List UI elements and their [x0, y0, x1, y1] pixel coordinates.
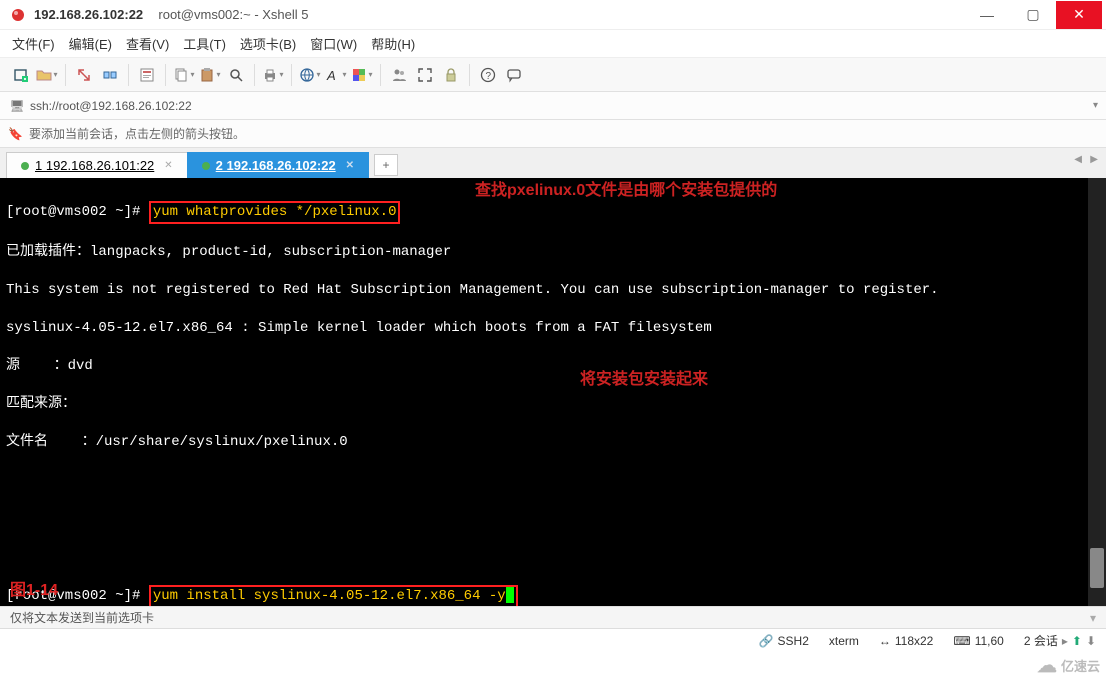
new-session-icon[interactable] — [10, 64, 32, 86]
status-cursor-pos: ⌨11,60 — [953, 634, 1003, 648]
tab-nav-arrows[interactable]: ◀ ▶ — [1074, 154, 1098, 165]
terminal-command-1: yum whatprovides */pxelinux.0 — [153, 204, 397, 220]
link-icon: 🔗 — [759, 634, 774, 648]
status-session-count: 2 会话 ▸ ⬆ ⬇ — [1024, 632, 1096, 649]
reconnect-icon[interactable] — [73, 64, 95, 86]
annotation-1: 查找pxelinux.0文件是由哪个安装包提供的 — [475, 181, 777, 200]
tab-close-icon[interactable]: ✕ — [346, 160, 354, 171]
copy-icon[interactable] — [173, 64, 195, 86]
terminal-command-2: yum install syslinux-4.05-12.el7.x86_64 … — [153, 588, 506, 604]
figure-label: 图1-14 — [10, 581, 58, 600]
font-icon[interactable]: A — [325, 64, 347, 86]
fullscreen-icon[interactable] — [414, 64, 436, 86]
send-target-dropdown-icon[interactable]: ▾ — [1090, 611, 1096, 625]
menu-tools[interactable]: 工具(T) — [183, 34, 226, 53]
terminal-output: syslinux-4.05-12.el7.x86_64 : Simple ker… — [6, 319, 1100, 338]
window-title-main: 192.168.26.102:22 — [34, 7, 143, 22]
scrollbar-thumb[interactable] — [1090, 548, 1104, 588]
watermark-text: 亿速云 — [1061, 656, 1100, 675]
terminal-output: 已加载插件：langpacks, product-id, subscriptio… — [6, 243, 1100, 262]
address-text[interactable]: ssh://root@192.168.26.102:22 — [30, 99, 1093, 113]
menu-window[interactable]: 窗口(W) — [310, 34, 357, 53]
tabstrip: 1 192.168.26.101:22 ✕ 2 192.168.26.102:2… — [0, 148, 1106, 178]
terminal[interactable]: [root@vms002 ~]# yum whatprovides */pxel… — [0, 178, 1106, 606]
menubar: 文件(F) 编辑(E) 查看(V) 工具(T) 选项卡(B) 窗口(W) 帮助(… — [0, 30, 1106, 58]
app-icon — [10, 7, 26, 23]
hint-text: 要添加当前会话，点击左侧的箭头按钮。 — [29, 125, 245, 142]
chat-icon[interactable] — [503, 64, 525, 86]
status-protocol: 🔗SSH2 — [759, 634, 809, 648]
menu-edit[interactable]: 编辑(E) — [69, 34, 112, 53]
statusbar: 🔗SSH2 xterm ↔118x22 ⌨11,60 2 会话 ▸ ⬆ ⬇ — [0, 628, 1106, 652]
resize-icon: ↔ — [879, 634, 891, 648]
tab-status-dot — [202, 162, 210, 170]
paste-icon[interactable] — [199, 64, 221, 86]
menu-view[interactable]: 查看(V) — [126, 34, 169, 53]
status-term: xterm — [829, 634, 859, 648]
minimize-button[interactable]: — — [964, 1, 1010, 29]
svg-text:A: A — [326, 68, 336, 83]
annotation-2: 将安装包安装起来 — [580, 370, 708, 389]
address-bar: 🖥 ssh://root@192.168.26.102:22 ▾ — [0, 92, 1106, 120]
language-icon[interactable] — [299, 64, 321, 86]
color-scheme-icon[interactable] — [351, 64, 373, 86]
maximize-button[interactable]: ▢ — [1010, 1, 1056, 29]
open-session-icon[interactable] — [36, 64, 58, 86]
terminal-output: 源 ：dvd — [6, 357, 1100, 376]
terminal-output: 匹配来源： — [6, 395, 1100, 414]
close-button[interactable]: ✕ — [1056, 1, 1102, 29]
terminal-cursor — [506, 587, 514, 603]
status-size: ↔118x22 — [879, 634, 933, 648]
keyboard-icon: ⌨ — [953, 634, 970, 648]
window-titlebar: 192.168.26.102:22 root@vms002:~ - Xshell… — [0, 0, 1106, 30]
menu-help[interactable]: 帮助(H) — [371, 34, 415, 53]
terminal-output: 文件名 ：/usr/share/syslinux/pxelinux.0 — [6, 433, 1100, 452]
address-dropdown-icon[interactable]: ▾ — [1093, 100, 1098, 111]
send-target-bar: 仅将文本发送到当前选项卡 ▾ — [0, 606, 1106, 628]
cloud-icon: ☁ — [1037, 653, 1057, 678]
tab-label: 1 192.168.26.101:22 — [35, 158, 154, 173]
svg-text:?: ? — [486, 71, 492, 82]
tab-session-1[interactable]: 1 192.168.26.101:22 ✕ — [6, 152, 188, 178]
users-icon[interactable] — [388, 64, 410, 86]
menu-file[interactable]: 文件(F) — [12, 34, 55, 53]
ssh-icon: 🖥 — [8, 99, 26, 113]
tab-status-dot — [21, 162, 29, 170]
disconnect-icon[interactable] — [99, 64, 121, 86]
tab-label: 2 192.168.26.102:22 — [216, 158, 336, 173]
terminal-output: This system is not registered to Red Hat… — [6, 281, 1100, 300]
hint-bar: 🔖 要添加当前会话，点击左侧的箭头按钮。 — [0, 120, 1106, 148]
send-target-text: 仅将文本发送到当前选项卡 — [10, 609, 154, 626]
menu-tabs[interactable]: 选项卡(B) — [240, 34, 296, 53]
lock-icon[interactable] — [440, 64, 462, 86]
bookmark-add-icon[interactable]: 🔖 — [8, 127, 23, 141]
tab-session-2[interactable]: 2 192.168.26.102:22 ✕ — [187, 152, 369, 178]
find-icon[interactable] — [225, 64, 247, 86]
tab-add-button[interactable]: + — [374, 154, 398, 176]
help-icon[interactable]: ? — [477, 64, 499, 86]
watermark: ☁ 亿速云 — [1037, 653, 1100, 678]
window-title-sub: root@vms002:~ - Xshell 5 — [151, 7, 308, 22]
properties-icon[interactable] — [136, 64, 158, 86]
terminal-scrollbar[interactable] — [1088, 178, 1106, 606]
toolbar: A ? — [0, 58, 1106, 92]
print-icon[interactable] — [262, 64, 284, 86]
tab-close-icon[interactable]: ✕ — [164, 160, 172, 171]
